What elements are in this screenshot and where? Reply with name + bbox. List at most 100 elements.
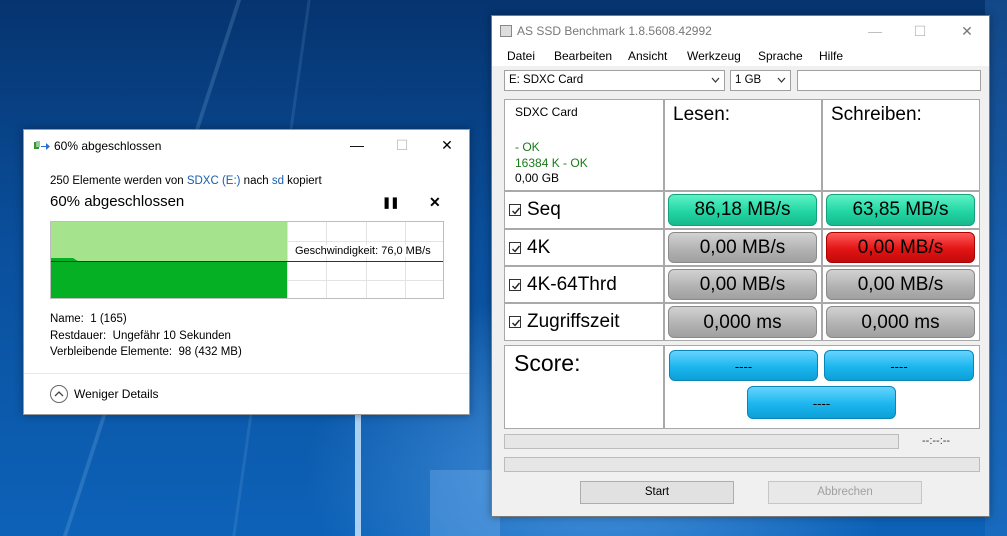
destination-link[interactable]: sd xyxy=(272,175,284,187)
checkbox-checked-icon[interactable] xyxy=(509,241,521,254)
row-4k-64thrd[interactable]: 4K-64Thrd xyxy=(504,266,664,303)
row-label: Seq xyxy=(527,199,561,220)
row-access-time[interactable]: Zugriffszeit xyxy=(504,303,664,341)
size-select[interactable]: 1 GB xyxy=(730,70,791,91)
remaining-items-value: 98 (432 MB) xyxy=(178,346,242,358)
minimize-button[interactable]: — xyxy=(852,16,898,46)
access-read-cell: 0,000 ms xyxy=(664,303,822,341)
copy-description: 250 Elemente werden von SDXC (E:) nach s… xyxy=(50,175,322,187)
checkbox-checked-icon[interactable] xyxy=(509,204,521,216)
chevron-down-icon[interactable] xyxy=(711,74,720,89)
light-beam xyxy=(430,470,500,536)
menu-bearbeiten[interactable]: Bearbeiten xyxy=(554,49,612,63)
alignment-status: 16384 K - OK xyxy=(515,156,588,170)
write-label: Schreiben: xyxy=(831,104,922,125)
drive-select-value: E: SDXC Card xyxy=(509,74,584,86)
test-progress-bar xyxy=(504,457,980,472)
chevron-down-icon[interactable] xyxy=(777,74,786,89)
chevron-up-icon[interactable] xyxy=(50,385,68,403)
row-label: 4K xyxy=(527,236,551,258)
progress-heading: 60% abgeschlossen xyxy=(50,193,185,210)
details-block: Name: 1 (165) Restdauer: Ungefähr 10 Sek… xyxy=(50,311,242,361)
read-column-header: Lesen: xyxy=(664,99,822,191)
row-seq[interactable]: Seq xyxy=(504,191,664,229)
score-write: ---- xyxy=(824,350,974,381)
size-select-value: 1 GB xyxy=(735,74,762,86)
speed-line xyxy=(51,261,443,262)
row-label: 4K-64Thrd xyxy=(527,273,617,295)
remaining-items-label: Verbleibende Elemente: xyxy=(50,346,173,358)
access-write-result: 0,000 ms xyxy=(826,306,975,338)
row-4k[interactable]: 4K xyxy=(504,229,664,266)
score-label-cell: Score: xyxy=(504,345,664,429)
4k64-write-cell: 0,00 MB/s xyxy=(822,266,980,303)
access-read-result: 0,000 ms xyxy=(668,306,817,338)
4k-write-result: 0,00 MB/s xyxy=(826,232,975,263)
close-button[interactable]: ✕ xyxy=(944,16,990,46)
window-title: 60% abgeschlossen xyxy=(54,139,162,153)
remaining-items-row: Verbleibende Elemente: 98 (432 MB) xyxy=(50,344,242,361)
maximize-button: ☐ xyxy=(395,137,409,153)
grid-line xyxy=(405,222,406,298)
remaining-time-label: Restdauer: xyxy=(50,329,107,342)
score-label: Score: xyxy=(514,350,581,376)
less-details-label[interactable]: Weniger Details xyxy=(74,387,158,401)
checkbox-checked-icon[interactable] xyxy=(509,278,521,291)
title-bar[interactable]: 60% abgeschlossen — ☐ ✕ xyxy=(24,130,469,160)
write-column-header: Schreiben: xyxy=(822,99,980,191)
copy-progress-dialog: 60% abgeschlossen — ☐ ✕ 250 Elemente wer… xyxy=(23,129,470,415)
copy-files-icon xyxy=(34,140,50,150)
minimize-button[interactable]: — xyxy=(334,130,380,160)
result-text-field[interactable] xyxy=(797,70,981,91)
menu-datei[interactable]: Datei xyxy=(507,49,535,63)
maximize-button: ☐ xyxy=(913,23,927,39)
window-title: AS SSD Benchmark 1.8.5608.42992 xyxy=(517,24,712,38)
4k-read-result: 0,00 MB/s xyxy=(668,232,817,263)
close-button[interactable]: ✕ xyxy=(424,130,470,160)
drive-info-panel: SDXC Card - OK 16384 K - OK 0,00 GB xyxy=(504,99,664,191)
grid-line xyxy=(287,222,288,298)
name-row: Name: 1 (165) xyxy=(50,311,242,328)
less-details-toggle[interactable]: Weniger Details xyxy=(50,385,158,403)
drive-select[interactable]: E: SDXC Card xyxy=(504,70,725,91)
benchmark-table: SDXC Card - OK 16384 K - OK 0,00 GB Lese… xyxy=(504,99,980,429)
menu-bar: Datei Bearbeiten Ansicht Werkzeug Sprach… xyxy=(492,46,989,66)
score-total: ---- xyxy=(747,386,896,419)
row-label: Zugriffszeit xyxy=(527,311,620,332)
desc-prefix: 250 Elemente werden von xyxy=(50,175,187,187)
progress-fill xyxy=(51,258,287,298)
menu-ansicht[interactable]: Ansicht xyxy=(628,49,667,63)
remaining-time-value: Ungefähr 10 Sekunden xyxy=(112,329,231,342)
menu-hilfe[interactable]: Hilfe xyxy=(819,49,843,63)
4k64-read-cell: 0,00 MB/s xyxy=(664,266,822,303)
score-values-cell: ---- ---- ---- xyxy=(664,345,980,429)
as-ssd-window: AS SSD Benchmark 1.8.5608.42992 — ☐ ✕ Da… xyxy=(491,15,990,517)
4k-write-cell: 0,00 MB/s xyxy=(822,229,980,266)
seq-read-cell: 86,18 MB/s xyxy=(664,191,822,229)
title-bar[interactable]: AS SSD Benchmark 1.8.5608.42992 — ☐ ✕ xyxy=(492,16,989,46)
4k64-write-result: 0,00 MB/s xyxy=(826,269,975,300)
seq-write-cell: 63,85 MB/s xyxy=(822,191,980,229)
pause-icon[interactable]: ❚❚ xyxy=(382,196,399,209)
grid-line xyxy=(366,222,367,298)
checkbox-checked-icon[interactable] xyxy=(509,316,521,328)
driver-status: - OK xyxy=(515,140,540,154)
source-link[interactable]: SDXC (E:) xyxy=(187,175,241,187)
speed-label: Geschwindigkeit: 76,0 MB/s xyxy=(293,245,433,257)
benchmark-progress-bar xyxy=(504,434,899,449)
divider xyxy=(24,373,469,374)
desc-mid: nach xyxy=(240,175,272,187)
seq-read-result: 86,18 MB/s xyxy=(668,194,817,226)
remaining-time-row: Restdauer: Ungefähr 10 Sekunden xyxy=(50,328,242,345)
drive-name: SDXC Card xyxy=(515,105,578,119)
close-icon[interactable]: ✕ xyxy=(429,194,441,211)
speed-graph: Geschwindigkeit: 76,0 MB/s xyxy=(50,221,444,299)
name-value: 1 (165) xyxy=(90,313,127,325)
menu-werkzeug[interactable]: Werkzeug xyxy=(687,49,741,63)
start-button[interactable]: Start xyxy=(580,481,734,504)
menu-sprache[interactable]: Sprache xyxy=(758,49,803,63)
read-label: Lesen: xyxy=(673,104,731,125)
name-label: Name: xyxy=(50,313,84,325)
elapsed-time: --:--:-- xyxy=(922,435,951,447)
light-beam xyxy=(355,405,361,536)
